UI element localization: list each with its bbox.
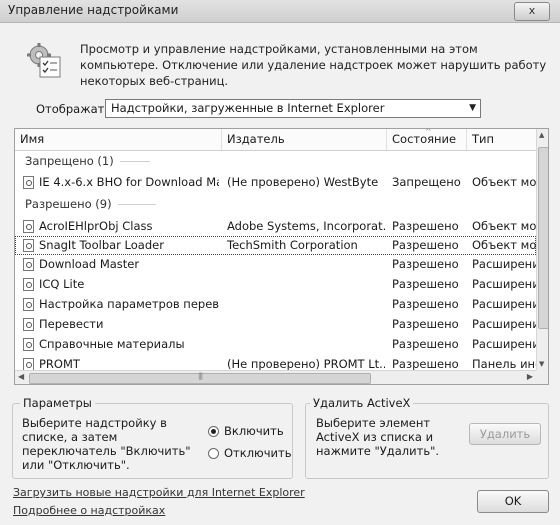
enable-label: Включить — [224, 424, 284, 438]
scroll-up-icon[interactable]: ▲ — [539, 131, 544, 139]
row-name: Справочные материалы — [39, 337, 185, 351]
row-name: Настройка параметров перев... — [39, 297, 219, 311]
show-label: Отображать: — [36, 102, 115, 116]
show-dropdown[interactable]: Надстройки, загруженные в Internet Explo… — [105, 99, 481, 118]
radio-dot — [208, 447, 219, 459]
activex-text: Выберите элемент ActiveX из списка и наж… — [316, 416, 440, 458]
row-type: Расширени — [472, 317, 536, 331]
vertical-scrollbar[interactable]: ▲ ▼ — [536, 129, 548, 370]
row-status: Запрещено — [392, 175, 461, 189]
enable-radio[interactable]: Включить — [208, 424, 284, 438]
row-type: Расширени — [472, 337, 536, 351]
download-addons-link[interactable]: Загрузить новые надстройки для Internet … — [13, 486, 305, 499]
addon-icon — [23, 358, 34, 370]
row-status: Разрешено — [392, 277, 459, 291]
manage-addons-dialog: Управление надстройками x Просмотр и упр… — [0, 0, 560, 525]
row-status: Разрешено — [392, 297, 459, 311]
row-type: Панель инс — [472, 357, 536, 370]
addon-icon — [23, 239, 34, 252]
row-name: ICQ Lite — [39, 277, 85, 291]
row-type: Расширени — [472, 277, 536, 291]
remove-button[interactable]: Удалить — [469, 423, 541, 445]
activex-title: Удалить ActiveX — [310, 396, 414, 410]
addons-list[interactable]: Имя Издатель Состояние Тип ^ Запрещено (… — [14, 128, 549, 385]
row-publisher — [227, 295, 385, 314]
group-label: Разрешено (9) — [25, 197, 112, 211]
row-name: IE 4.x-6.x BHO for Download Ma... — [39, 175, 219, 189]
row-type: Объект мод — [472, 175, 536, 189]
scroll-left-icon[interactable]: ◀ — [18, 372, 24, 381]
addon-icon — [23, 298, 34, 311]
title-bar[interactable]: Управление надстройками x — [0, 0, 560, 23]
row-publisher — [227, 255, 385, 274]
row-publisher: (Не проверено) WestByte — [227, 175, 379, 189]
scroll-corner — [536, 370, 548, 384]
disable-label: Отключить — [224, 446, 292, 460]
column-header-type[interactable]: Тип — [467, 129, 536, 150]
row-type: Расширени — [472, 257, 536, 271]
show-dropdown-value: Надстройки, загруженные в Internet Explo… — [111, 101, 385, 115]
ok-button[interactable]: OK — [477, 490, 549, 513]
row-status: Разрешено — [392, 357, 459, 370]
table-row[interactable]: Настройка параметров перев... Разрешено … — [15, 295, 536, 314]
scroll-down-icon[interactable]: ▼ — [539, 360, 544, 368]
row-name: PROMT — [39, 357, 80, 370]
row-publisher — [227, 275, 385, 294]
more-about-addons-link[interactable]: Подробнее о надстройках — [13, 504, 165, 517]
addon-icon — [23, 220, 34, 233]
horizontal-scrollbar[interactable]: ◀ ||| ▶ — [15, 370, 536, 384]
scroll-grip-icon: ||| — [198, 372, 203, 380]
row-status: Разрешено — [392, 317, 459, 331]
close-button[interactable]: x — [514, 2, 550, 21]
row-status: Разрешено — [392, 257, 459, 271]
row-type: Объект мод — [472, 219, 536, 233]
row-type: Объект мод — [472, 238, 536, 252]
table-row[interactable]: Download Master Разрешено Расширени — [15, 255, 536, 274]
row-name: SnagIt Toolbar Loader — [39, 238, 164, 252]
dropdown-arrow-icon: ▼ — [469, 103, 476, 113]
group-label: Запрещено (1) — [25, 154, 114, 168]
row-status: Разрешено — [392, 337, 459, 351]
column-header-publisher[interactable]: Издатель — [222, 129, 387, 150]
window-title: Управление надстройками — [8, 3, 179, 17]
table-row[interactable]: AcroIEHlprObj Class Adobe Systems, Incor… — [15, 217, 536, 236]
column-header-name[interactable]: Имя — [15, 129, 222, 150]
addon-icon — [23, 338, 34, 351]
addon-icon — [23, 176, 34, 189]
sort-indicator-icon: ^ — [425, 128, 432, 136]
addon-icon — [23, 318, 34, 331]
table-row[interactable]: Перевести Разрешено Расширени — [15, 315, 536, 334]
radio-dot — [208, 425, 219, 437]
row-name: AcroIEHlprObj Class — [39, 219, 153, 233]
row-name: Перевести — [39, 317, 104, 331]
params-text: Выберите надстройку в списке, а затем пе… — [22, 416, 191, 472]
table-row[interactable]: Справочные материалы Разрешено Расширени — [15, 335, 536, 354]
row-publisher: Adobe Systems, Incorporat... — [227, 219, 385, 233]
vertical-scroll-thumb[interactable] — [538, 147, 548, 329]
params-title: Параметры — [20, 396, 95, 410]
disable-radio[interactable]: Отключить — [208, 446, 291, 460]
row-type: Расширени — [472, 297, 536, 311]
row-status: Разрешено — [392, 238, 459, 252]
row-status: Разрешено — [392, 219, 459, 233]
row-name: Download Master — [39, 257, 140, 271]
table-row[interactable]: ICQ Lite Разрешено Расширени — [15, 275, 536, 294]
column-header-bar: Имя Издатель Состояние Тип ^ — [15, 129, 536, 151]
row-publisher — [227, 335, 385, 354]
row-publisher — [227, 315, 385, 334]
table-row[interactable]: IE 4.x-6.x BHO for Download Ma... (Не пр… — [15, 173, 536, 192]
header-description: Просмотр и управление надстройками, уста… — [80, 42, 547, 88]
group-header-enabled: Разрешено (9) — [25, 196, 156, 212]
addon-icon — [23, 258, 34, 271]
group-header-disabled: Запрещено (1) — [25, 153, 150, 169]
table-row[interactable]: SnagIt Toolbar Loader TechSmith Corporat… — [15, 236, 536, 255]
row-publisher: (Не проверено) PROMT Lt... — [227, 357, 385, 370]
table-row[interactable]: PROMT (Не проверено) PROMT Lt... Разреше… — [15, 355, 536, 370]
gear-checklist-icon — [27, 43, 61, 78]
row-publisher: TechSmith Corporation — [227, 238, 358, 252]
addon-icon — [23, 278, 34, 291]
scroll-right-icon[interactable]: ▶ — [527, 372, 533, 381]
